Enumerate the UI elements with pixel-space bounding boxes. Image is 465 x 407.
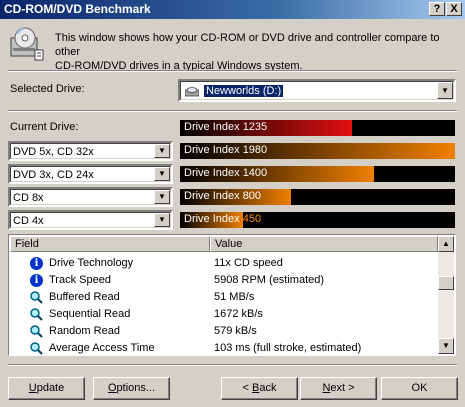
ok-button[interactable]: OK: [381, 377, 458, 400]
chevron-down-icon[interactable]: ▼: [437, 82, 453, 99]
row-field: Track Speed: [49, 274, 111, 286]
row-field: Random Read: [49, 325, 120, 337]
row-field: Sequential Read: [49, 308, 131, 320]
row-value: 579 kB/s: [214, 325, 257, 337]
selected-drive-label: Selected Drive:: [10, 83, 85, 95]
scroll-thumb[interactable]: [438, 276, 454, 290]
cd-drive-icon: [10, 27, 44, 61]
intro-line-1: This window shows how your CD-ROM or DVD…: [55, 32, 440, 58]
compare-drive-value: DVD 3x, CD 24x: [13, 169, 94, 181]
row-value: 1672 kB/s: [214, 308, 263, 320]
row-field: Average Access Time: [49, 342, 155, 354]
info-icon: i: [30, 274, 43, 287]
magnifier-icon: [30, 308, 43, 321]
table-row[interactable]: Random Read 579 kB/s: [10, 323, 438, 340]
back-label: ack: [259, 382, 277, 394]
row-value: 51 MB/s: [214, 291, 255, 303]
row-field: Buffered Read: [49, 291, 120, 303]
compare-drive-select[interactable]: DVD 3x, CD 24x ▼: [8, 164, 173, 184]
row-value: 5908 RPM (estimated): [214, 274, 325, 286]
options-label: ptions...: [116, 382, 156, 394]
cd-drive-small-icon: [185, 87, 199, 97]
table-row[interactable]: Buffered Read 51 MB/s: [10, 289, 438, 306]
column-header-field[interactable]: Field: [10, 236, 210, 252]
chevron-down-icon[interactable]: ▼: [154, 190, 170, 204]
table-row[interactable]: i Drive Technology 11x CD speed: [10, 255, 438, 272]
table-row[interactable]: i Track Speed 5908 RPM (estimated): [10, 272, 438, 289]
title-bar[interactable]: CD-ROM/DVD Benchmark ? X: [0, 0, 465, 19]
info-icon: i: [30, 257, 43, 270]
compare-drive-index-label: Drive Index 1980: [184, 144, 268, 156]
compare-drive-value: CD 4x: [13, 215, 44, 227]
index-value: 450: [242, 213, 262, 225]
magnifier-icon: [30, 342, 43, 355]
column-header-value[interactable]: Value: [210, 236, 438, 252]
compare-drive-select[interactable]: CD 8x ▼: [8, 187, 173, 207]
magnifier-icon: [30, 291, 43, 304]
vertical-scrollbar[interactable]: ▲ ▼: [438, 236, 454, 354]
compare-drive-value: DVD 5x, CD 32x: [13, 146, 94, 158]
scroll-up-icon[interactable]: ▲: [438, 236, 454, 252]
table-row[interactable]: Sequential Read 1672 kB/s: [10, 306, 438, 323]
current-drive-bar: Drive Index 1235: [180, 120, 455, 136]
selected-drive-select[interactable]: Newworlds (D:) ▼: [178, 79, 456, 102]
current-drive-label: Current Drive:: [10, 121, 79, 133]
back-arrow: <: [242, 382, 252, 394]
separator: [8, 110, 457, 112]
chevron-down-icon[interactable]: ▼: [154, 144, 170, 158]
results-table[interactable]: Field Value i Drive Technology 11x CD sp…: [8, 234, 456, 356]
next-label: ext >: [330, 382, 355, 394]
current-drive-index-label: Drive Index 1235: [184, 121, 268, 133]
update-label: pdate: [36, 382, 65, 394]
index-prefix: Drive Index: [184, 213, 243, 225]
magnifier-icon: [30, 325, 43, 338]
chevron-down-icon[interactable]: ▼: [154, 167, 170, 181]
row-value: 103 ms (full stroke, estimated): [214, 342, 362, 354]
compare-drive-index-label: Drive Index 800: [184, 190, 262, 202]
compare-drive-select[interactable]: CD 4x ▼: [8, 210, 173, 230]
scroll-down-icon[interactable]: ▼: [438, 338, 454, 354]
selected-drive-value: Newworlds (D:): [202, 84, 285, 98]
row-value: 11x CD speed: [214, 257, 283, 269]
compare-drive-index-label: Drive Index 450: [184, 213, 261, 225]
separator: [8, 70, 457, 72]
compare-drive-bar: Drive Index 450: [180, 212, 455, 228]
compare-drive-bar: Drive Index 800: [180, 189, 455, 205]
window-title: CD-ROM/DVD Benchmark: [4, 2, 151, 16]
compare-drive-select[interactable]: DVD 5x, CD 32x ▼: [8, 141, 173, 161]
back-button[interactable]: < Back: [221, 377, 298, 400]
compare-drive-bar: Drive Index 1400: [180, 166, 455, 182]
close-button[interactable]: X: [446, 2, 462, 16]
compare-drive-value: CD 8x: [13, 192, 44, 204]
table-row[interactable]: Average Access Time 103 ms (full stroke,…: [10, 340, 438, 355]
compare-drive-index-label: Drive Index 1400: [184, 167, 268, 179]
update-button[interactable]: Update: [8, 377, 85, 400]
intro-description: This window shows how your CD-ROM or DVD…: [55, 31, 460, 73]
chevron-down-icon[interactable]: ▼: [154, 213, 170, 227]
help-button[interactable]: ?: [429, 2, 445, 16]
options-mnemonic: O: [107, 382, 117, 394]
compare-drive-bar: Drive Index 1980: [180, 143, 455, 159]
next-button[interactable]: Next >: [300, 377, 377, 400]
separator: [8, 364, 457, 366]
options-button[interactable]: Options...: [93, 377, 170, 400]
row-field: Drive Technology: [49, 257, 134, 269]
update-mnemonic: U: [28, 382, 37, 394]
